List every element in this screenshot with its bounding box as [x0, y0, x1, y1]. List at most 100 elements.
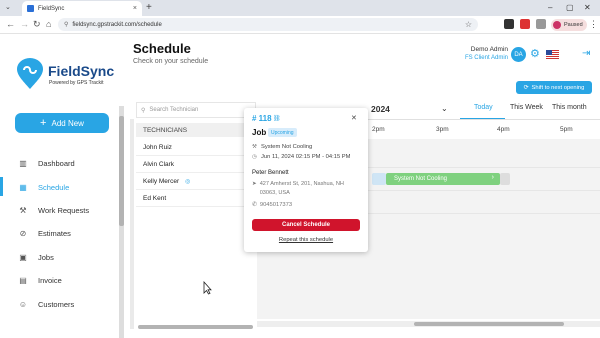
- search-placeholder: Search Technician: [149, 107, 199, 113]
- shift-next-opening-button[interactable]: ⟳ Shift to next opening: [516, 81, 592, 94]
- url-field[interactable]: ⚲ fieldsync.gpstrackit.com/schedule ☆: [58, 18, 478, 31]
- sidebar-item-label: Customers: [38, 299, 75, 309]
- technician-scrollbar-thumb[interactable]: [138, 325, 253, 329]
- close-tab-icon[interactable]: ×: [133, 5, 137, 12]
- profile-avatar: [553, 21, 561, 29]
- scrollbar-thumb[interactable]: [119, 116, 124, 226]
- extension-icon[interactable]: [520, 19, 530, 29]
- link-icon[interactable]: ⛓: [273, 115, 281, 122]
- reload-icon[interactable]: ↻: [33, 19, 41, 30]
- customers-icon: ☺: [18, 299, 28, 309]
- plus-icon: +: [40, 117, 47, 129]
- technician-row[interactable]: Ed Kent: [136, 190, 256, 207]
- add-new-button[interactable]: + Add New: [15, 113, 109, 133]
- minimize-icon[interactable]: –: [548, 3, 552, 12]
- logo[interactable]: FieldSync Powered by GPS Trackit: [16, 56, 116, 96]
- gear-icon[interactable]: ⚙: [530, 47, 540, 60]
- extensions-puzzle-icon[interactable]: [536, 19, 546, 29]
- logout-icon[interactable]: ⇥: [582, 48, 590, 59]
- sidebar-item-dashboard[interactable]: ▥ Dashboard: [0, 152, 128, 175]
- event-block[interactable]: [372, 173, 386, 185]
- profile-button[interactable]: Paused: [551, 19, 587, 31]
- technician-name: John Ruiz: [143, 143, 172, 151]
- phone-icon: ✆: [252, 202, 257, 208]
- address-line: ➤ 427 Amherst St, 201, Nashua, NH 03063,…: [252, 180, 358, 198]
- tab-this-week[interactable]: This Week: [510, 104, 543, 111]
- bookmark-star-icon[interactable]: ☆: [465, 20, 472, 29]
- tab-search-icon[interactable]: ⌄: [5, 3, 11, 11]
- clock-icon: ◷: [252, 154, 257, 160]
- cancel-schedule-button[interactable]: Cancel Schedule: [252, 219, 360, 231]
- site-info-icon[interactable]: ⚲: [64, 21, 68, 28]
- user-role: FS Client Admin: [464, 55, 508, 61]
- url-text: fieldsync.gpstrackit.com/schedule: [72, 21, 162, 28]
- issue-line: ⚒ System Not Cooling: [252, 144, 312, 150]
- calendar-vertical-scrollbar[interactable]: [130, 119, 134, 329]
- technician-row[interactable]: John Ruiz: [136, 139, 256, 156]
- technician-row[interactable]: Alvin Clark: [136, 156, 256, 173]
- datetime-text: Jun 11, 2024 02:15 PM - 04:15 PM: [261, 154, 351, 160]
- page-title: Schedule: [133, 41, 191, 56]
- calendar-horizontal-scrollbar[interactable]: [257, 321, 600, 327]
- paperclip-icon: ⊘: [19, 229, 27, 239]
- browser-tab-bar: ⌄ FieldSync × + – ▢ ✕: [0, 0, 600, 16]
- repeat-schedule-link[interactable]: Repeat this schedule: [252, 237, 360, 243]
- new-tab-icon[interactable]: +: [146, 2, 152, 14]
- sidebar-item-schedule[interactable]: ▦ Schedule: [0, 175, 128, 198]
- wrench-icon: ⚒: [252, 144, 257, 150]
- calendar-year: 2024: [371, 104, 390, 114]
- customer-name: Peter Bennett: [252, 170, 289, 176]
- invoice-icon: ▤: [19, 276, 27, 286]
- event-block[interactable]: System Not Cooling ›: [386, 173, 500, 185]
- technician-name: Alvin Clark: [143, 160, 175, 168]
- tab-title: FieldSync: [38, 5, 65, 12]
- technician-search-input[interactable]: ⚲ Search Technician: [136, 102, 256, 118]
- shift-button-label: Shift to next opening: [531, 84, 585, 91]
- forward-icon[interactable]: →: [20, 19, 29, 29]
- chevron-right-icon: ›: [491, 174, 494, 181]
- briefcase-icon: ▣: [19, 252, 27, 262]
- calendar-icon: ▦: [19, 182, 27, 192]
- tab-this-month[interactable]: This month: [552, 104, 587, 111]
- wrench-icon: ⚒: [19, 205, 27, 215]
- close-window-icon[interactable]: ✕: [584, 3, 591, 12]
- job-detail-popup: # 118 ⛓ ✕ Job Upcoming ⚒ System Not Cool…: [244, 108, 368, 252]
- browser-tab[interactable]: FieldSync ×: [22, 1, 142, 16]
- sidebar-item-estimates[interactable]: ⊘ Estimates: [0, 222, 128, 245]
- job-number[interactable]: # 118: [252, 114, 272, 123]
- maximize-icon[interactable]: ▢: [566, 3, 574, 12]
- close-icon[interactable]: ✕: [351, 114, 357, 122]
- home-icon[interactable]: ⌂: [46, 19, 51, 29]
- browser-menu-icon[interactable]: ⋮: [589, 19, 598, 30]
- event-block[interactable]: [500, 173, 510, 185]
- refresh-icon: ⟳: [523, 84, 529, 91]
- extension-icon[interactable]: [504, 19, 514, 29]
- avatar[interactable]: DA: [511, 47, 526, 62]
- sidebar-scrollbar[interactable]: [119, 106, 124, 338]
- sidebar-item-customers[interactable]: ☺ Customers: [0, 292, 128, 315]
- address-bar: ← → ↻ ⌂ ⚲ fieldsync.gpstrackit.com/sched…: [0, 16, 600, 34]
- hour-label: 4pm: [497, 126, 510, 133]
- phone-line: ✆ 9045017373: [252, 202, 292, 208]
- sidebar-item-invoice[interactable]: ▤ Invoice: [0, 269, 128, 292]
- mouse-cursor-icon: [203, 281, 212, 295]
- hour-label: 2pm: [372, 126, 385, 133]
- tab-today[interactable]: Today: [474, 104, 493, 111]
- logo-name: FieldSync: [48, 63, 115, 79]
- sidebar-item-label: Jobs: [38, 252, 54, 262]
- logo-tagline: Powered by GPS Trackit: [49, 80, 104, 86]
- job-type: Job: [252, 128, 267, 137]
- scrollbar-thumb[interactable]: [414, 322, 564, 326]
- sidebar-item-label: Work Requests: [38, 205, 90, 215]
- search-icon: ⚲: [141, 107, 146, 114]
- back-icon[interactable]: ←: [6, 19, 15, 29]
- technician-row[interactable]: Kelly Mercer ◎: [136, 173, 256, 190]
- add-new-label: Add New: [51, 118, 84, 128]
- navigation-icon: ➤: [252, 181, 257, 187]
- sidebar-item-jobs[interactable]: ▣ Jobs: [0, 246, 128, 269]
- chevron-down-icon[interactable]: ⌄: [441, 104, 448, 113]
- dashboard-icon: ▥: [19, 159, 27, 169]
- sidebar-item-work-requests[interactable]: ⚒ Work Requests: [0, 199, 128, 222]
- us-flag-icon[interactable]: [546, 50, 559, 59]
- page-subtitle: Check on your schedule: [133, 58, 209, 65]
